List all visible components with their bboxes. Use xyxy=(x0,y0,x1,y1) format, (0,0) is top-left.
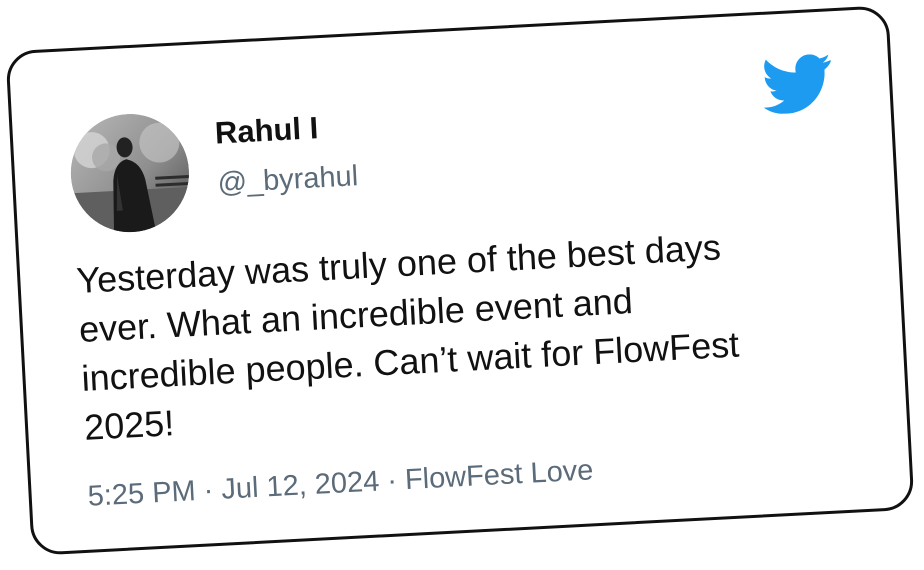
tweet-card: Rahul I @_byrahul Yesterday was truly on… xyxy=(5,5,915,556)
twitter-bird-icon xyxy=(762,53,835,115)
tweet-meta: 5:25 PM · Jul 12, 2024 · FlowFest Love xyxy=(87,454,594,513)
tweet-screenshot: Rahul I @_byrahul Yesterday was truly on… xyxy=(0,0,924,570)
tweet-body: Yesterday was truly one of the best days… xyxy=(75,215,874,452)
meta-separator: · xyxy=(202,474,215,507)
meta-separator: · xyxy=(386,464,398,498)
author-name[interactable]: Rahul I xyxy=(214,110,319,151)
tweet-time[interactable]: 5:25 PM xyxy=(87,475,197,513)
tweet-date[interactable]: Jul 12, 2024 xyxy=(221,466,380,506)
profile-photo xyxy=(67,111,192,236)
author-handle[interactable]: @_byrahul xyxy=(217,160,359,200)
tweet-source[interactable]: FlowFest Love xyxy=(404,454,594,496)
avatar[interactable] xyxy=(67,111,192,236)
